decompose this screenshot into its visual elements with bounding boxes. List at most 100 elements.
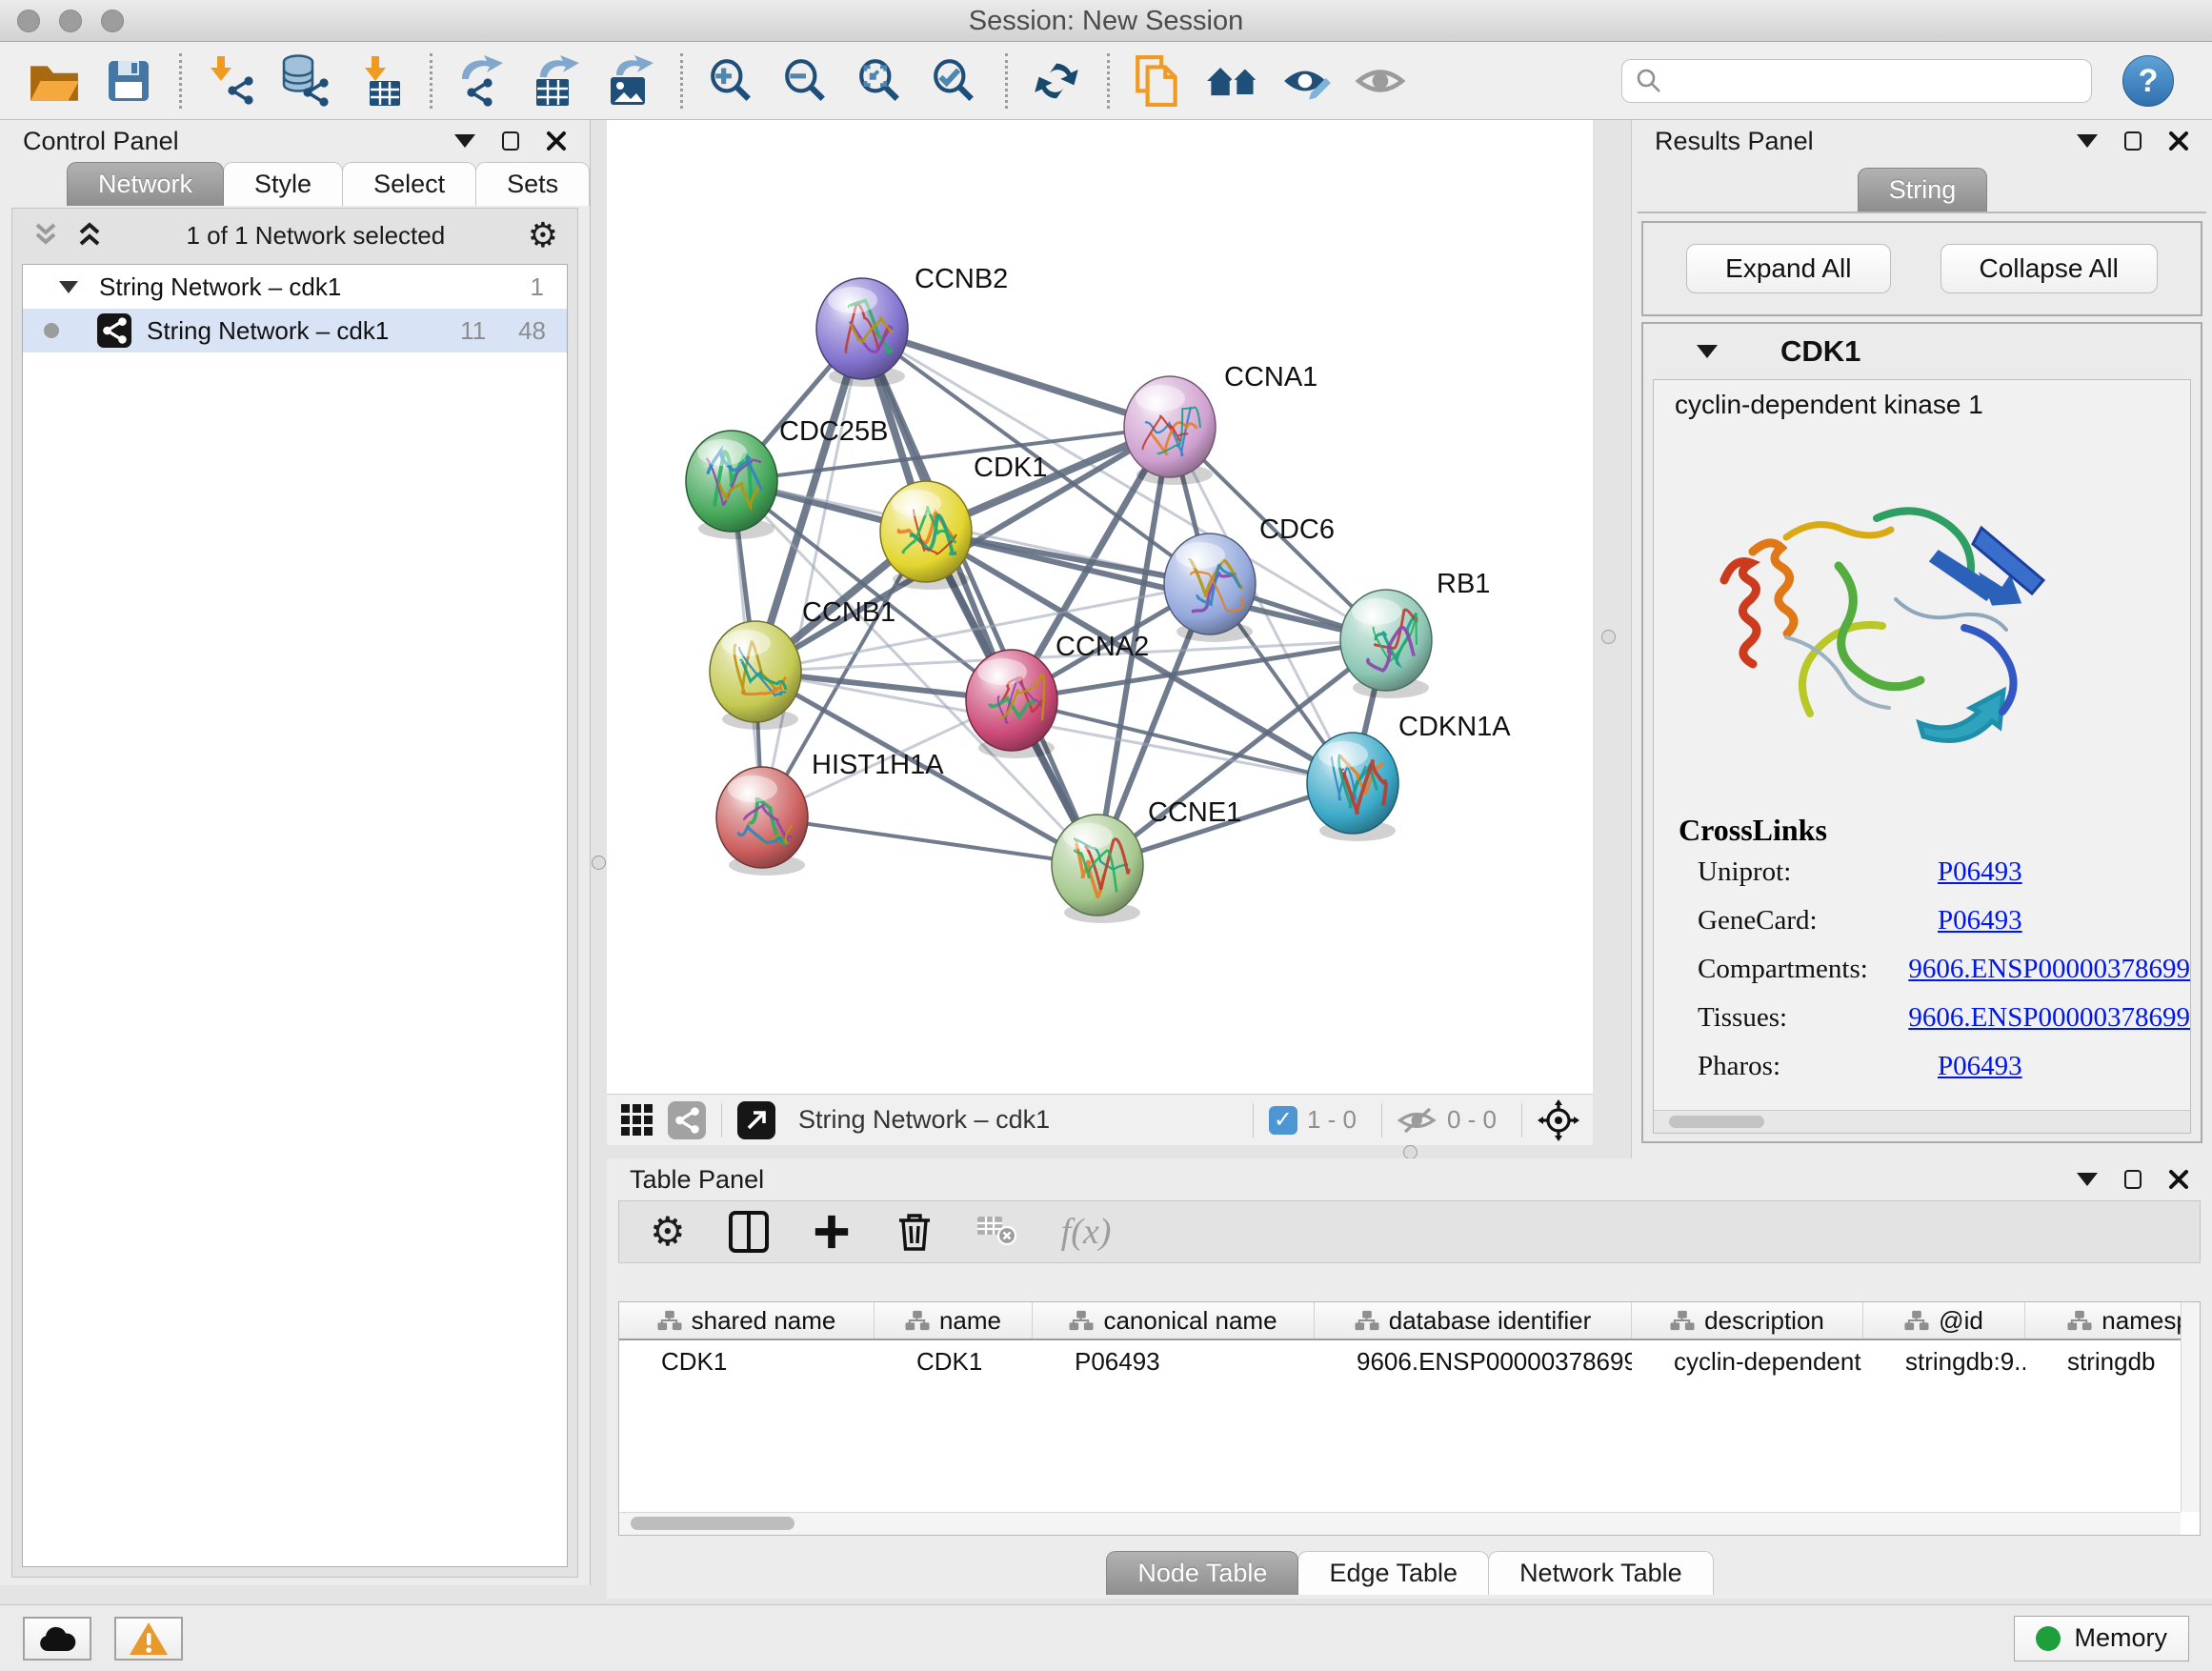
warning-button[interactable]: [114, 1617, 183, 1661]
select-columns-icon[interactable]: [728, 1210, 770, 1254]
save-session-button[interactable]: [99, 51, 158, 111]
table-cell[interactable]: stringdb:9...: [1863, 1347, 2025, 1377]
crosslink-link[interactable]: P06493: [1938, 1051, 2022, 1082]
export-table-button[interactable]: [526, 51, 585, 111]
collapse-section-icon[interactable]: [1697, 345, 1718, 358]
vertical-scrollbar[interactable]: [2181, 1302, 2200, 1512]
zoom-fit-button[interactable]: [851, 51, 910, 111]
zoom-in-button[interactable]: [702, 51, 761, 111]
column-header[interactable]: description: [1632, 1302, 1863, 1339]
selected-checkbox-icon[interactable]: ✓: [1269, 1106, 1297, 1135]
import-table-file-button[interactable]: [350, 51, 409, 111]
grid-mode-icon[interactable]: [620, 1103, 654, 1137]
network-edge[interactable]: [926, 532, 1386, 640]
hidden-eye-icon[interactable]: [1398, 1104, 1438, 1137]
crosslink-link[interactable]: 9606.ENSP00000378699: [1908, 954, 2190, 985]
crosslink-link[interactable]: P06493: [1938, 856, 2022, 888]
scrollbar-thumb[interactable]: [631, 1517, 794, 1530]
delete-column-icon[interactable]: [894, 1210, 935, 1254]
tab-node-table[interactable]: Node Table: [1106, 1551, 1298, 1595]
expand-collapse-icon[interactable]: [59, 281, 78, 293]
copy-button[interactable]: [1129, 51, 1188, 111]
network-node-CDC25B[interactable]: CDC25B: [686, 416, 888, 539]
network-collection-row[interactable]: String Network – cdk1 1: [23, 265, 567, 309]
network-edge[interactable]: [862, 329, 1097, 865]
network-canvas[interactable]: CCNB2CCNA1CDC25BCDK1CDC6RB1CCNB1CCNA2CDK…: [607, 120, 1593, 1094]
bottom-splitter-handle[interactable]: [1403, 1145, 1418, 1159]
panel-menu-icon[interactable]: [2077, 134, 2098, 148]
help-button[interactable]: ?: [2122, 55, 2174, 107]
tab-network[interactable]: Network: [67, 162, 224, 206]
crosslink-link[interactable]: P06493: [1938, 905, 2022, 936]
panel-menu-icon[interactable]: [2077, 1173, 2098, 1186]
table-cell[interactable]: 9606.ENSP00000378699: [1315, 1347, 1632, 1377]
float-panel-icon[interactable]: [502, 131, 519, 151]
export-network-button[interactable]: [452, 51, 511, 111]
close-panel-icon[interactable]: [2168, 131, 2189, 151]
zoom-out-button[interactable]: [776, 51, 835, 111]
network-node-CDKN1A[interactable]: CDKN1A: [1307, 712, 1511, 841]
import-network-file-button[interactable]: [201, 51, 260, 111]
cloud-status-button[interactable]: [23, 1617, 91, 1661]
network-node-CCNE1[interactable]: CCNE1: [1052, 797, 1241, 923]
network-edge[interactable]: [762, 817, 1097, 865]
collapse-all-button[interactable]: Collapse All: [1941, 244, 2158, 293]
table-cell[interactable]: P06493: [1033, 1347, 1315, 1377]
network-node-HIST1H1A[interactable]: HIST1H1A: [716, 750, 944, 876]
gene-section-header[interactable]: CDK1: [1643, 324, 2201, 379]
tab-edge-table[interactable]: Edge Table: [1297, 1551, 1489, 1595]
table-row[interactable]: CDK1 CDK1 P06493 9606.ENSP00000378699 cy…: [619, 1340, 2200, 1382]
delete-table-icon[interactable]: [977, 1217, 1019, 1247]
network-node-RB1[interactable]: RB1: [1340, 569, 1490, 698]
search-box[interactable]: [1621, 59, 2092, 103]
add-column-icon[interactable]: [812, 1212, 852, 1252]
scrollbar-thumb[interactable]: [1669, 1116, 1764, 1128]
network-edge[interactable]: [862, 329, 1170, 427]
birds-eye-view-icon[interactable]: [1538, 1099, 1579, 1141]
tab-sets[interactable]: Sets: [475, 162, 590, 206]
zoom-selected-button[interactable]: [925, 51, 984, 111]
network-node-CCNA1[interactable]: CCNA1: [1124, 362, 1317, 485]
column-header[interactable]: shared name: [619, 1302, 875, 1339]
apply-layout-button[interactable]: [1027, 51, 1086, 111]
horizontal-scrollbar[interactable]: [1654, 1110, 2190, 1133]
table-cell[interactable]: CDK1: [875, 1347, 1033, 1377]
gear-icon[interactable]: ⚙: [650, 1212, 686, 1252]
table-cell[interactable]: CDK1: [619, 1347, 875, 1377]
column-header[interactable]: name: [875, 1302, 1033, 1339]
show-graphics-details-button[interactable]: [1352, 51, 1411, 111]
left-splitter-handle[interactable]: [592, 856, 606, 870]
table-cell[interactable]: cyclin-dependent ...: [1632, 1347, 1863, 1377]
gear-icon[interactable]: ⚙: [528, 218, 558, 252]
close-panel-icon[interactable]: [2168, 1169, 2189, 1190]
right-splitter-handle[interactable]: [1601, 630, 1616, 644]
export-image-button[interactable]: [600, 51, 659, 111]
tab-string[interactable]: String: [1858, 168, 1988, 211]
panel-menu-icon[interactable]: [454, 134, 475, 148]
import-network-database-button[interactable]: [275, 51, 334, 111]
float-panel-icon[interactable]: [2124, 1170, 2142, 1189]
network-type-icon[interactable]: [668, 1101, 706, 1139]
home-view-button[interactable]: [1203, 51, 1262, 111]
memory-button[interactable]: Memory: [2014, 1616, 2189, 1661]
close-panel-icon[interactable]: [546, 131, 567, 151]
table-cell[interactable]: stringdb: [2025, 1347, 2201, 1377]
expand-all-button[interactable]: Expand All: [1686, 244, 1890, 293]
open-session-button[interactable]: [25, 51, 84, 111]
column-header[interactable]: @id: [1863, 1302, 2025, 1339]
column-header[interactable]: namespace: [2025, 1302, 2201, 1339]
detach-view-icon[interactable]: [737, 1101, 775, 1139]
column-header[interactable]: canonical name: [1033, 1302, 1315, 1339]
search-input[interactable]: [1672, 67, 2078, 96]
network-row[interactable]: String Network – cdk1 11 48: [23, 309, 567, 352]
tab-style[interactable]: Style: [223, 162, 343, 206]
tab-select[interactable]: Select: [342, 162, 476, 206]
hide-graphics-details-button[interactable]: [1277, 51, 1337, 111]
tab-network-table[interactable]: Network Table: [1488, 1551, 1714, 1595]
horizontal-scrollbar[interactable]: [619, 1512, 2181, 1535]
function-builder-icon[interactable]: f(x): [1061, 1211, 1112, 1253]
crosslink-link[interactable]: 9606.ENSP00000378699: [1908, 1002, 2190, 1034]
column-header[interactable]: database identifier: [1315, 1302, 1632, 1339]
expand-all-icon[interactable]: [75, 221, 104, 250]
collapse-all-icon[interactable]: [31, 221, 60, 250]
